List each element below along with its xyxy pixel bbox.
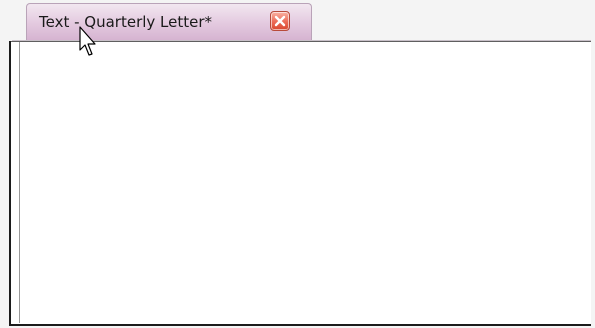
tab-label: Text - Quarterly Letter* — [39, 13, 213, 31]
close-icon[interactable] — [270, 11, 290, 31]
mouse-pointer-icon — [79, 26, 96, 56]
close-glyph-icon — [274, 15, 286, 27]
tab-bar: Text - Quarterly Letter* — [12, 0, 595, 41]
tab-quarterly-letter[interactable]: Text - Quarterly Letter* — [26, 3, 312, 40]
text-editor-area[interactable] — [9, 41, 591, 326]
document-window: Text - Quarterly Letter* — [0, 0, 595, 328]
editor-left-margin-line — [19, 42, 20, 323]
